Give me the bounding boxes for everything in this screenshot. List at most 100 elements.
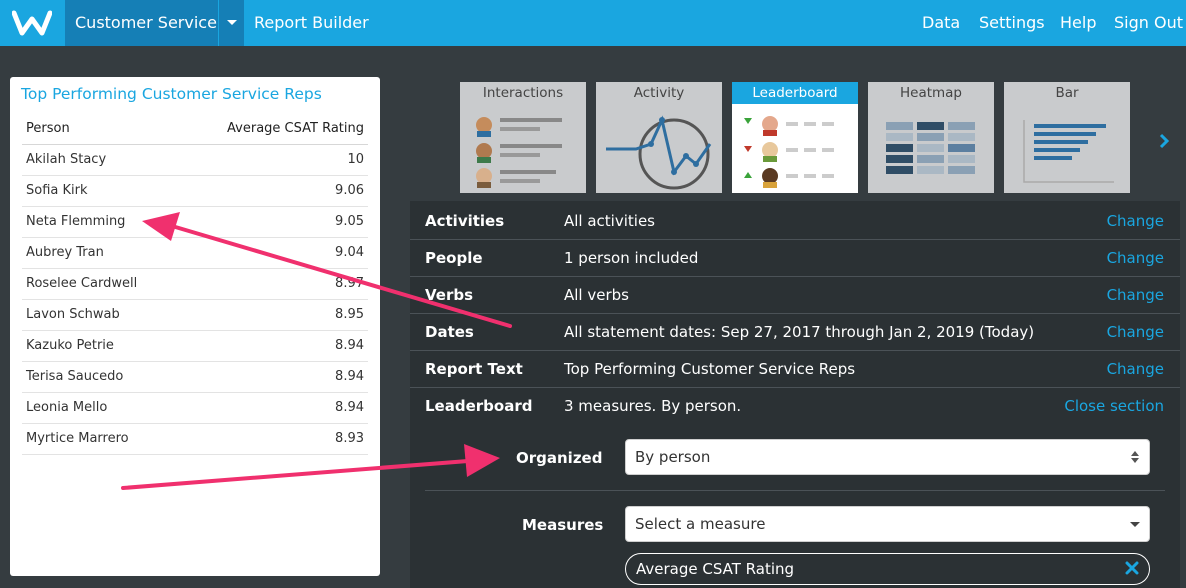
setting-value: 3 measures. By person. — [564, 397, 742, 415]
app-switcher-dropdown[interactable] — [219, 0, 244, 46]
report-type-label: Heatmap — [899, 85, 962, 101]
person-name: Roselee Cardwell — [22, 268, 176, 300]
setting-value: All verbs — [564, 286, 629, 304]
card-title: Top Performing Customer Service Reps — [21, 85, 322, 103]
report-type-activity[interactable]: Activity — [596, 82, 722, 193]
bar-thumbnail-icon — [1023, 120, 1114, 183]
change-activities-link[interactable]: Change — [1107, 203, 1164, 240]
rating-value: 8.94 — [175, 330, 368, 362]
caret-down-icon — [1130, 522, 1140, 527]
setting-label: Activities — [425, 212, 505, 230]
close-section-link[interactable]: Close section — [1064, 388, 1164, 425]
leaderboard-table: Person Average CSAT Rating Akilah Stacy 1… — [22, 113, 368, 455]
change-people-link[interactable]: Change — [1107, 240, 1164, 277]
person-name: Myrtice Marrero — [22, 423, 176, 455]
setting-value: All statement dates: Sep 27, 2017 throug… — [564, 323, 1035, 341]
chevron-right-icon — [1159, 133, 1170, 149]
setting-row-report-text: Report Text Top Performing Customer Serv… — [410, 351, 1180, 388]
column-header-rating: Average CSAT Rating — [175, 113, 368, 145]
change-dates-link[interactable]: Change — [1107, 314, 1164, 351]
rating-value: 8.94 — [175, 392, 368, 424]
section-divider — [425, 490, 1165, 491]
change-verbs-link[interactable]: Change — [1107, 277, 1164, 314]
report-type-carousel: Interactions Activity Leaderboard Heatma… — [410, 77, 1180, 201]
measure-select[interactable]: Select a measure — [625, 506, 1150, 542]
nav-help-link[interactable]: Help — [1060, 0, 1096, 46]
table-row: Akilah Stacy 10 — [22, 144, 368, 176]
up-down-arrows-icon — [1131, 451, 1139, 463]
measure-select-placeholder: Select a measure — [635, 515, 766, 533]
setting-row-people: People 1 person included Change — [410, 240, 1180, 277]
person-name: Terisa Saucedo — [22, 361, 176, 393]
table-row: Myrtice Marrero 8.93 — [22, 423, 368, 455]
report-builder-link[interactable]: Report Builder — [254, 0, 369, 46]
nav-settings-link[interactable]: Settings — [979, 0, 1045, 46]
report-builder-panel: Interactions Activity Leaderboard Heatma… — [410, 77, 1180, 588]
column-header-person: Person — [22, 113, 176, 145]
rating-value: 8.93 — [175, 423, 368, 455]
table-row: Leonia Mello 8.94 — [22, 392, 368, 424]
table-row: Aubrey Tran 9.04 — [22, 237, 368, 269]
report-type-label: Interactions — [482, 85, 564, 101]
organized-select-value: By person — [635, 448, 711, 466]
person-name: Neta Flemming — [22, 206, 176, 238]
setting-row-verbs: Verbs All verbs Change — [410, 277, 1180, 314]
person-name: Sofia Kirk — [22, 175, 176, 207]
caret-down-icon — [226, 20, 237, 25]
setting-label: Dates — [425, 323, 474, 341]
selected-measure-label: Average CSAT Rating — [636, 560, 795, 578]
setting-label: Leaderboard — [425, 397, 533, 415]
nav-sign-out-link[interactable]: Sign Out — [1114, 0, 1183, 46]
change-report-text-link[interactable]: Change — [1107, 351, 1164, 388]
setting-value: 1 person included — [564, 249, 699, 267]
report-type-interactions[interactable]: Interactions — [460, 82, 586, 193]
app-logo[interactable] — [0, 0, 64, 46]
setting-value: Top Performing Customer Service Reps — [564, 360, 856, 378]
setting-label: People — [425, 249, 483, 267]
report-type-label: Leaderboard — [732, 82, 858, 104]
report-type-bar[interactable]: Bar — [1004, 82, 1130, 193]
table-header-row: Person Average CSAT Rating — [22, 113, 368, 145]
rating-value: 8.94 — [175, 361, 368, 393]
leaderboard-preview-card: Top Performing Customer Service Reps Per… — [10, 77, 380, 576]
setting-row-leaderboard: Leaderboard 3 measures. By person. Close… — [410, 388, 1180, 425]
person-name: Leonia Mello — [22, 392, 176, 424]
interactions-thumbnail-icon — [476, 117, 562, 188]
table-row: Kazuko Petrie 8.94 — [22, 330, 368, 362]
rating-value: 9.06 — [175, 175, 368, 207]
selected-measure-tag: Average CSAT Rating — [625, 553, 1150, 585]
app-switcher-label[interactable]: Customer Service — [65, 0, 218, 46]
setting-label: Report Text — [425, 360, 523, 378]
table-row: Lavon Schwab 8.95 — [22, 299, 368, 331]
table-row: Neta Flemming 9.05 — [22, 206, 368, 238]
report-type-leaderboard[interactable]: Leaderboard — [732, 82, 858, 193]
rating-value: 9.05 — [175, 206, 368, 238]
measures-label: Measures — [522, 516, 604, 534]
nav-data-link[interactable]: Data — [922, 0, 960, 46]
report-type-label: Activity — [633, 85, 685, 101]
carousel-next-button[interactable] — [1154, 129, 1174, 153]
top-navigation-bar: Customer Service Report Builder Data Set… — [0, 0, 1186, 46]
table-row: Roselee Cardwell 8.97 — [22, 268, 368, 300]
logo-w-icon — [12, 10, 52, 36]
setting-value: All activities — [564, 212, 655, 230]
setting-label: Verbs — [425, 286, 474, 304]
person-name: Aubrey Tran — [22, 237, 176, 269]
person-name: Akilah Stacy — [22, 144, 176, 176]
rating-value: 8.97 — [175, 268, 368, 300]
setting-row-activities: Activities All activities Change — [410, 203, 1180, 240]
person-name: Lavon Schwab — [22, 299, 176, 331]
rating-value: 10 — [175, 144, 368, 176]
rating-value: 9.04 — [175, 237, 368, 269]
organized-select[interactable]: By person — [625, 439, 1150, 475]
report-type-heatmap[interactable]: Heatmap — [868, 82, 994, 193]
organized-label: Organized — [516, 449, 603, 467]
remove-measure-icon[interactable] — [1125, 561, 1139, 575]
rating-value: 8.95 — [175, 299, 368, 331]
report-type-label: Bar — [1055, 85, 1079, 101]
activity-thumbnail-icon — [606, 115, 712, 190]
leaderboard-thumbnail-icon — [744, 116, 834, 188]
table-row: Sofia Kirk 9.06 — [22, 175, 368, 207]
person-name: Kazuko Petrie — [22, 330, 176, 362]
setting-row-dates: Dates All statement dates: Sep 27, 2017 … — [410, 314, 1180, 351]
